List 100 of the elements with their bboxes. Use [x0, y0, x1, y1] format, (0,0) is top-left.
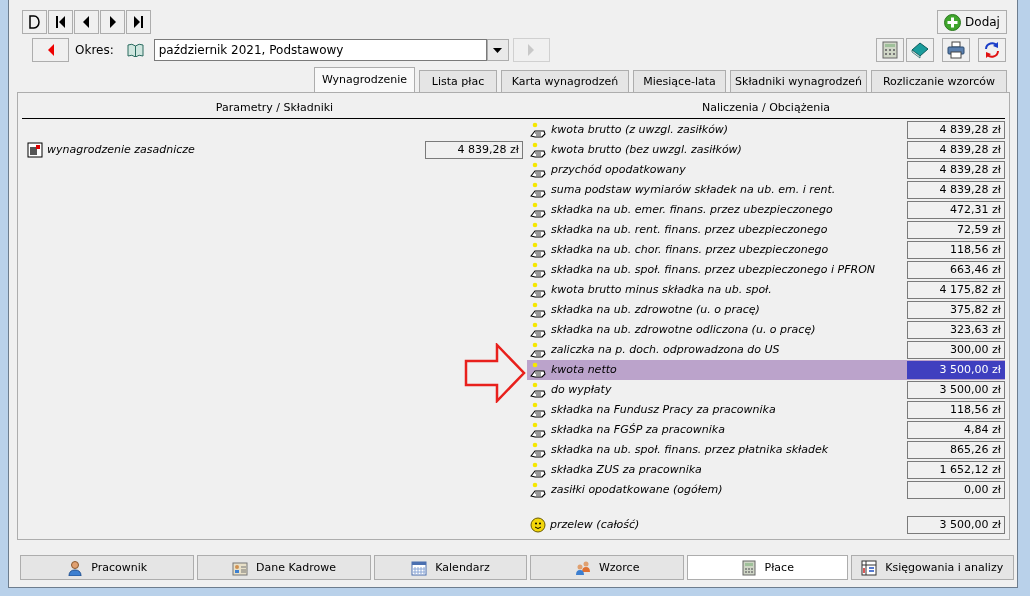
hand-icon [530, 142, 547, 158]
amount-field: 4 175,82 zł [907, 281, 1005, 299]
calculator-button[interactable] [876, 38, 904, 62]
amount-field: 4 839,28 zł [907, 141, 1005, 159]
hand-icon [530, 402, 547, 418]
back-button[interactable] [32, 38, 69, 62]
charge-label: suma podstaw wymiarów składek na ub. em. i rent. [551, 183, 836, 197]
book-button[interactable] [906, 38, 934, 62]
hand-icon [530, 362, 547, 378]
last-record-icon [131, 14, 146, 30]
charge-label: składka na ub. zdrowotne (u. o pracę) [551, 303, 760, 317]
charge-label: składka na ub. społ. finans. przez płatnika składek [551, 443, 829, 457]
amount-field: 1 652,12 zł [907, 461, 1005, 479]
charge-label: kwota brutto (bez uwzgl. zasiłków) [551, 143, 742, 157]
first-record-icon [53, 14, 68, 30]
new-record-icon [27, 14, 42, 30]
charge-label: składka na FGŚP za pracownika [551, 423, 725, 437]
tab[interactable]: Miesiące-lata [633, 70, 726, 92]
hand-icon [530, 282, 547, 298]
tab[interactable]: Wynagrodzenie [314, 67, 415, 92]
charge-label: składka na ub. rent. finans. przez ubezpieczonego [551, 223, 828, 237]
pointer-arrow [464, 343, 526, 403]
period-dropdown[interactable]: październik 2021, Podstawowy [153, 39, 487, 61]
amount-field: 323,63 zł [907, 321, 1005, 339]
component-label: wynagrodzenie zasadnicze [47, 143, 195, 157]
charge-label: do wypłaty [551, 383, 612, 397]
hand-icon [530, 222, 547, 238]
bottom-tab[interactable]: Kalendarz [373, 555, 528, 580]
tab[interactable]: Rozliczanie wzorców [871, 70, 1007, 92]
dropdown-button[interactable] [486, 39, 509, 61]
plus-icon [944, 13, 962, 31]
amount-field: 4,84 zł [907, 421, 1005, 439]
refresh-icon [983, 41, 1001, 59]
people-icon [574, 559, 591, 576]
bottom-tab[interactable]: Pracownik [20, 555, 195, 580]
print-button[interactable] [942, 38, 970, 62]
amount-field: 375,82 zł [907, 301, 1005, 319]
amount-field: 118,56 zł [907, 401, 1005, 419]
charge-label: składka na Fundusz Pracy za pracownika [551, 403, 776, 417]
refresh-button[interactable] [978, 38, 1006, 62]
last-button[interactable] [126, 10, 151, 34]
total-label: przelew (całość) [550, 518, 640, 532]
book-icon [126, 43, 144, 57]
amount-field: 72,59 zł [907, 221, 1005, 239]
hand-icon [530, 242, 547, 258]
book-icon [911, 41, 929, 59]
amount-field: 472,31 zł [907, 201, 1005, 219]
previous-button[interactable] [74, 10, 99, 34]
hand-icon [530, 262, 547, 278]
ledger-icon [861, 559, 878, 576]
hand-icon [530, 442, 547, 458]
left-arrow-icon [46, 44, 55, 56]
column-header: Naliczenia / Obciążenia [701, 100, 831, 114]
hand-icon [530, 182, 547, 198]
charge-label: składka na ub. chor. finans. przez ubezpieczonego [551, 243, 829, 257]
hand-icon [530, 422, 547, 438]
charge-label: składka na ub. społ. finans. przez ubezpieczonego i PFRON [551, 263, 876, 277]
amount-field: 865,26 zł [907, 441, 1005, 459]
charge-label: przychód opodatkowany [551, 163, 686, 177]
bottom-tab[interactable]: Dane Kadrowe [197, 555, 371, 580]
charge-label: składka na ub. zdrowotne odliczona (u. o pracę) [551, 323, 816, 337]
bottom-tab[interactable]: Księgowania i analizy [850, 555, 1014, 580]
right-arrow-icon [527, 44, 536, 56]
new-button[interactable] [22, 10, 47, 34]
calculator-icon [881, 41, 899, 59]
hand-icon [530, 462, 547, 478]
amount-field: 0,00 zł [907, 481, 1005, 499]
charge-label: zaliczka na p. doch. odprowadzona do US [551, 343, 780, 357]
person-icon [67, 559, 84, 576]
hand-icon [530, 302, 547, 318]
column-header: Parametry / Składniki [214, 100, 335, 114]
charge-label: kwota brutto (z uwzgl. zasiłków) [551, 123, 729, 137]
charge-label: składka na ub. emer. finans. przez ubezpieczonego [551, 203, 833, 217]
first-button[interactable] [48, 10, 73, 34]
hand-icon [530, 322, 547, 338]
add-button[interactable]: Dodaj [937, 10, 1007, 34]
hand-icon [530, 162, 547, 178]
charge-label: zasiłki opodatkowane (ogółem) [551, 483, 723, 497]
period-label: Okres: [75, 42, 114, 58]
bottom-tab[interactable]: Wzorce [530, 555, 684, 580]
amount-field: 3 500,00 zł [907, 516, 1005, 534]
bottom-tab[interactable]: Płace [687, 555, 848, 580]
component-icon [27, 142, 43, 158]
smiley-icon [530, 517, 546, 533]
hand-icon [530, 202, 547, 218]
amount-field: 3 500,00 zł [907, 381, 1005, 399]
caret-icon [493, 47, 503, 53]
amount-field: 4 839,28 zł [907, 161, 1005, 179]
tab[interactable]: Składniki wynagrodzeń [730, 70, 867, 92]
charge-label: składka ZUS za pracownika [551, 463, 702, 477]
tab[interactable]: Lista płac [419, 70, 497, 92]
amount-field: 300,00 zł [907, 341, 1005, 359]
id-card-icon [232, 559, 249, 576]
hand-icon [530, 382, 547, 398]
tab[interactable]: Karta wynagrodzeń [501, 70, 629, 92]
amount-field: 4 839,28 zł [907, 121, 1005, 139]
amount-field: 4 839,28 zł [425, 141, 523, 159]
amount-field: 3 500,00 zł [907, 361, 1005, 379]
next-button[interactable] [100, 10, 125, 34]
charge-label: kwota netto [551, 363, 617, 377]
